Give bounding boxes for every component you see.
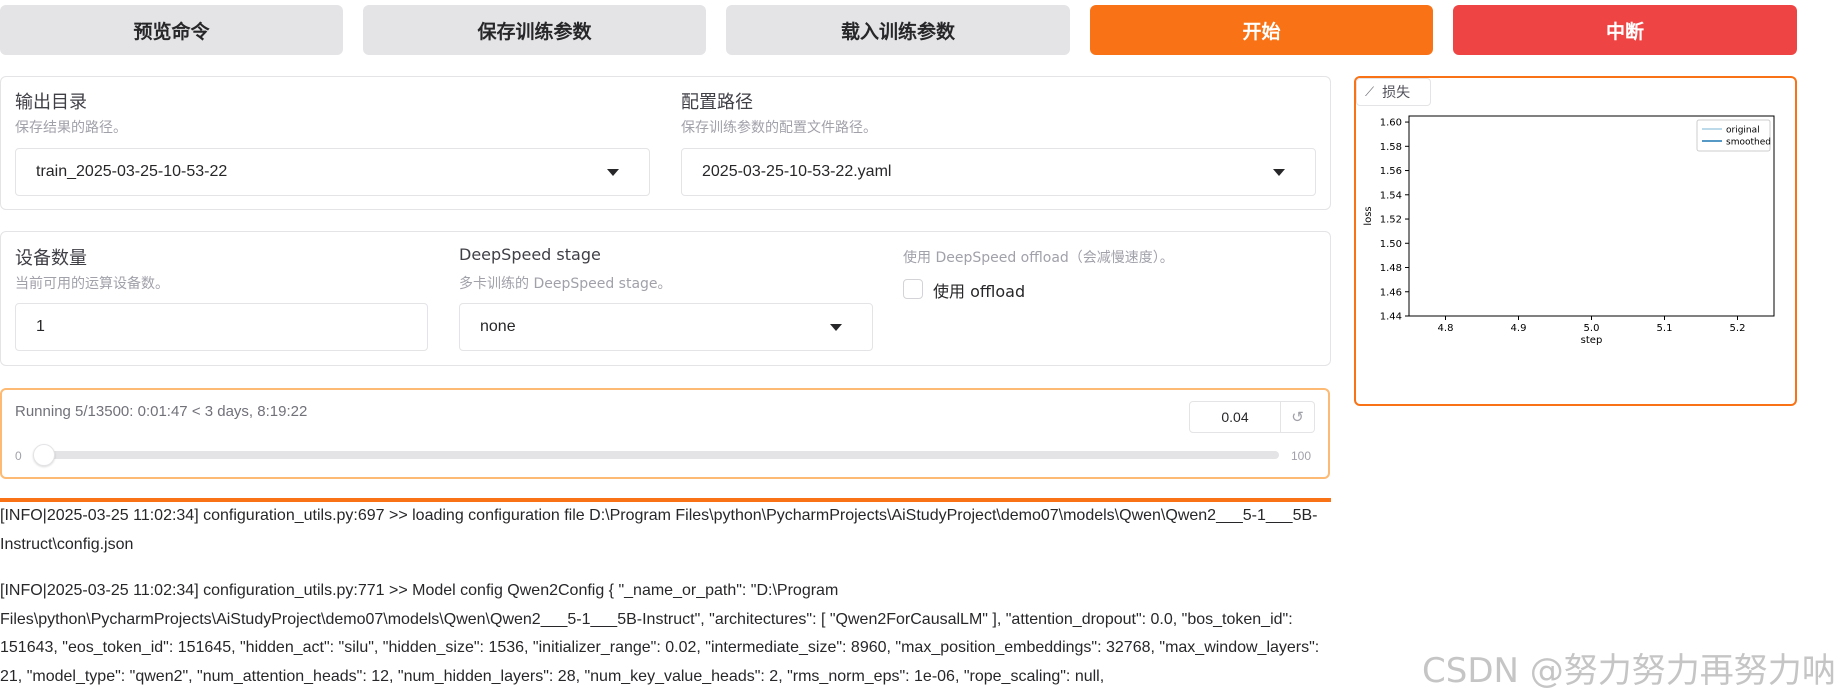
loss-chart: 1.44 1.46 1.48 1.50 1.52 1.54 1.56 1.58 1.60 4.8 4… [1363,115,1775,346]
config-path-label: 配置路径 [681,92,753,113]
device-count-label: 设备数量 [15,248,87,269]
config-path-dropdown[interactable]: 2025-03-25-10-53-22.yaml [681,148,1316,196]
output-dir-label: 输出目录 [15,92,87,113]
ds-offload-info: 使用 DeepSpeed offload（会减慢速度）。 [903,250,1174,266]
progress-slider-track[interactable] [44,451,1279,459]
output-dir-dropdown[interactable]: train_2025-03-25-10-53-22 [15,148,650,196]
legend-label: smoothed [1726,138,1771,148]
ds-stage-info: 多卡训练的 DeepSpeed stage。 [459,276,672,292]
y-tick-label: 1.60 [1380,118,1402,129]
slider-min: 0 [15,449,22,463]
device-count-input[interactable]: 1 [15,303,428,351]
progress-number-input[interactable]: 0.04 [1189,401,1281,433]
config-path-info: 保存训练参数的配置文件路径。 [681,120,877,136]
chevron-down-icon [1273,169,1285,176]
slider-max: 100 [1291,449,1312,463]
x-tick-label: 4.9 [1511,323,1527,334]
y-tick-label: 1.56 [1380,166,1402,177]
y-tick-label: 1.58 [1380,142,1402,153]
loss-chart-tag: ⟋ 损失 [1356,78,1431,106]
ds-stage-label: DeepSpeed stage [459,245,601,264]
ds-offload-label: 使用 offload [933,282,1026,301]
save-args-button[interactable]: 保存训练参数 [363,5,706,55]
progress-number-value: 0.04 [1221,409,1249,425]
x-tick-label: 4.8 [1438,323,1454,334]
x-tick-label: 5.0 [1584,323,1600,334]
preview-command-button[interactable]: 预览命令 [0,5,343,55]
loss-chart-label: 损失 [1382,85,1411,101]
ds-offload-checkbox[interactable] [903,279,923,299]
y-tick-label: 1.46 [1380,287,1402,298]
output-dir-value: train_2025-03-25-10-53-22 [36,163,228,180]
legend-label: original [1726,126,1760,136]
abort-button[interactable]: 中断 [1453,5,1797,55]
log-line: [INFO|2025-03-25 11:02:34] configuration… [0,582,1320,685]
y-tick-label: 1.50 [1380,239,1402,250]
ds-stage-value: none [480,318,516,335]
chart-icon: ⟋ [1365,84,1375,100]
x-axis-label: step [1581,335,1603,346]
reset-icon[interactable]: ↺ [1281,401,1315,433]
start-button[interactable]: 开始 [1090,5,1433,55]
ds-stage-dropdown[interactable]: none [459,303,873,351]
output-dir-info: 保存结果的路径。 [15,120,127,136]
progress-status: Running 5/13500: 0:01:47 < 3 days, 8:19:… [15,403,308,420]
device-count-value: 1 [36,318,45,335]
progress-panel [0,388,1330,479]
chevron-down-icon [830,324,842,331]
y-tick-label: 1.52 [1380,215,1402,226]
y-tick-label: 1.44 [1380,312,1402,323]
y-tick-label: 1.54 [1380,190,1402,201]
watermark: CSDN @努力努力再努力呐 [1422,651,1836,691]
y-tick-label: 1.48 [1380,263,1402,274]
y-axis-label: loss [1363,206,1374,225]
x-tick-label: 5.1 [1657,323,1673,334]
load-args-button[interactable]: 载入训练参数 [726,5,1070,55]
x-tick-label: 5.2 [1730,323,1746,334]
device-count-info: 当前可用的运算设备数。 [15,276,169,292]
chevron-down-icon [607,169,619,176]
config-path-value: 2025-03-25-10-53-22.yaml [702,163,892,180]
log-line: [INFO|2025-03-25 11:02:34] configuration… [0,507,1318,553]
